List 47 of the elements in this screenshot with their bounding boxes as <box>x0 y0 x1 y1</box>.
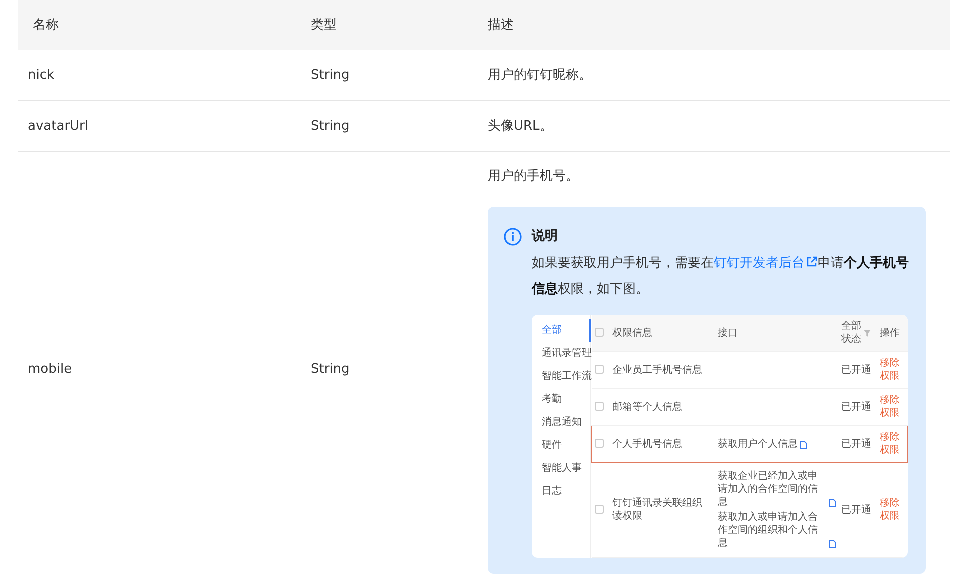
select-all-checkbox[interactable] <box>594 328 604 338</box>
column-header: 描述 <box>488 18 514 33</box>
api-name: 获取用户个人信息 <box>718 438 798 450</box>
note-text: 如果要获取用户手机号，需要在钉钉开发者后台 申请个人手机号信息权限，如下图。 <box>532 254 910 299</box>
field-type: String <box>311 68 350 82</box>
category-item[interactable]: 通讯录管理 <box>532 342 590 365</box>
permission-name: 邮箱等个人信息 <box>612 402 683 412</box>
permission-name: 个人手机号信息 <box>612 438 683 450</box>
filter-icon[interactable] <box>864 330 871 336</box>
row-checkbox[interactable] <box>594 402 604 412</box>
status-text: 已开通 <box>842 364 872 376</box>
column-header: 名称 <box>33 18 59 33</box>
permission-name: 钉钉通讯录关联组织读权限 <box>612 498 703 522</box>
row-checkbox[interactable] <box>594 505 604 514</box>
status-text: 已开通 <box>842 438 872 450</box>
field-name: avatarUrl <box>28 118 89 134</box>
note-title: 说明 <box>532 228 559 246</box>
field-name: nick <box>28 68 55 82</box>
category-item[interactable]: 硬件 <box>532 434 590 457</box>
category-item[interactable]: 日志 <box>532 480 590 503</box>
category-item[interactable]: 智能工作流 <box>532 365 590 388</box>
row-checkbox[interactable] <box>595 439 604 448</box>
field-description: 头像URL。 <box>488 119 553 134</box>
document-icon[interactable] <box>800 440 808 448</box>
column-header: 接口 <box>718 326 738 340</box>
field-type: String <box>311 118 350 134</box>
field-name: mobile <box>28 362 72 377</box>
status-text: 已开通 <box>842 402 872 412</box>
column-header: 操作 <box>880 326 900 340</box>
row-checkbox[interactable] <box>594 365 604 374</box>
category-item[interactable]: 消息通知 <box>532 411 590 434</box>
external-link-icon[interactable] <box>806 256 818 268</box>
field-description: 用户的手机号。 <box>488 169 579 184</box>
permission-name: 企业员工手机号信息 <box>612 364 703 376</box>
field-type: String <box>311 362 350 377</box>
status-text: 已开通 <box>842 504 872 516</box>
column-header: 类型 <box>311 18 337 33</box>
category-item[interactable]: 考勤 <box>532 388 590 411</box>
column-header: 全部状态 <box>842 320 862 346</box>
column-header: 权限信息 <box>612 326 653 340</box>
api-name: 获取加入或申请加入合作空间的组织和个人信息 <box>718 511 820 550</box>
api-name: 获取企业已经加入或申请加入的合作空间的信息 <box>718 470 820 509</box>
field-description: 用户的钉钉昵称。 <box>488 68 592 83</box>
document-icon[interactable] <box>828 540 836 548</box>
info-icon <box>504 228 522 246</box>
category-item[interactable]: 智能人事 <box>532 457 590 480</box>
document-icon[interactable] <box>828 499 836 507</box>
